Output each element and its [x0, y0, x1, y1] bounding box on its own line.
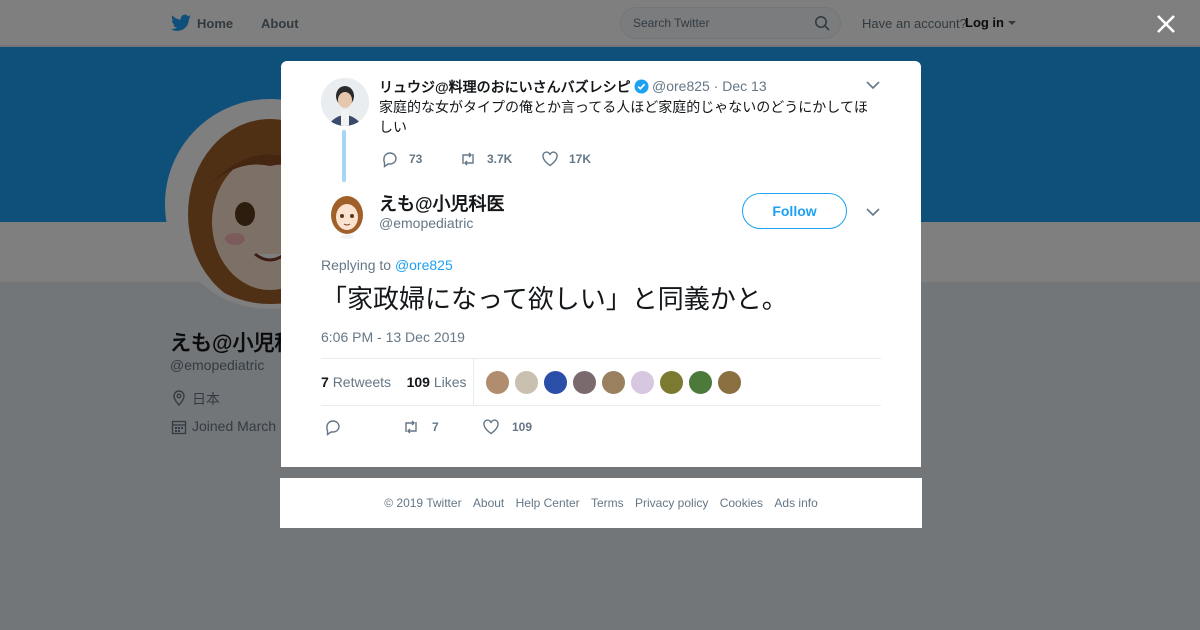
parent-author-handle[interactable]: @ore825: [652, 78, 710, 94]
footer-ads-link[interactable]: Ads info: [774, 496, 817, 510]
liker-avatar[interactable]: [688, 370, 713, 395]
verified-badge-icon: [634, 79, 649, 94]
liker-avatar[interactable]: [485, 370, 510, 395]
liker-avatar[interactable]: [572, 370, 597, 395]
parent-retweet-action[interactable]: 3.7K: [459, 150, 541, 168]
tweet-author-handle[interactable]: @emopediatric: [379, 215, 473, 231]
likers-avatars: [485, 370, 746, 395]
footer-cookies-link[interactable]: Cookies: [720, 496, 763, 510]
divider: [321, 405, 881, 406]
follow-button[interactable]: Follow: [742, 193, 847, 229]
meta-separator: ·: [713, 78, 719, 94]
replying-prefix: Replying to: [321, 257, 392, 273]
parent-tweet-meta: @ore825 · Dec 13: [652, 78, 767, 94]
heart-icon[interactable]: [541, 150, 559, 168]
footer-copyright: © 2019 Twitter: [384, 496, 462, 510]
retweet-icon[interactable]: [459, 150, 477, 168]
tweet-timestamp[interactable]: 6:06 PM - 13 Dec 2019: [321, 329, 465, 345]
liker-avatar[interactable]: [717, 370, 742, 395]
replying-to: Replying to @ore825: [321, 257, 453, 273]
retweet-action-count: 7: [432, 420, 439, 434]
liker-avatar[interactable]: [543, 370, 568, 395]
like-action-count: 109: [512, 420, 533, 434]
parent-like-count: 17K: [569, 152, 592, 166]
chevron-down-icon[interactable]: [866, 80, 880, 90]
parent-author-name: リュウジ@料理のおにいさんバズレシピ: [379, 79, 631, 95]
like-stat-count: 109: [406, 374, 430, 390]
reply-icon[interactable]: [381, 150, 399, 168]
liker-avatar[interactable]: [659, 370, 684, 395]
tweet-text: 「家政婦になって欲しい」と同義かと。: [321, 284, 788, 314]
reply-action[interactable]: [324, 418, 402, 436]
retweet-stat-count: 7: [321, 374, 329, 390]
retweet-action[interactable]: 7: [402, 418, 482, 436]
chevron-down-icon[interactable]: [866, 207, 880, 217]
heart-icon[interactable]: [482, 418, 500, 436]
tweet-author-name[interactable]: えも@小児科医: [379, 190, 505, 216]
parent-reply-count: 73: [409, 152, 423, 166]
retweets-stat[interactable]: 7 Retweets: [321, 374, 391, 390]
liker-avatar[interactable]: [601, 370, 626, 395]
parent-reply-action[interactable]: 73: [381, 150, 459, 168]
parent-tweet-text: 家庭的な女がタイプの俺とか言ってる人ほど家庭的じゃないのどうにかしてほしい: [379, 99, 868, 135]
liker-avatar[interactable]: [630, 370, 655, 395]
footer-links: © 2019 Twitter About Help Center Terms P…: [280, 496, 922, 510]
divider: [321, 358, 881, 359]
footer-help-link[interactable]: Help Center: [516, 496, 580, 510]
reply-icon[interactable]: [324, 418, 342, 436]
liker-avatar[interactable]: [514, 370, 539, 395]
footer: © 2019 Twitter About Help Center Terms P…: [280, 478, 922, 528]
replying-to-link[interactable]: @ore825: [395, 257, 453, 273]
parent-tweet-actions: 73 3.7K 17K: [381, 149, 591, 169]
close-icon[interactable]: [1155, 13, 1177, 35]
tweet-author-avatar[interactable]: [326, 193, 368, 239]
footer-privacy-link[interactable]: Privacy policy: [635, 496, 708, 510]
like-action[interactable]: 109: [482, 418, 532, 436]
parent-tweet-author[interactable]: リュウジ@料理のおにいさんバズレシピ: [379, 77, 649, 97]
thread-connector: [342, 130, 346, 182]
parent-tweet-date[interactable]: Dec 13: [722, 78, 766, 94]
parent-retweet-count: 3.7K: [487, 152, 513, 166]
parent-like-action[interactable]: 17K: [541, 150, 591, 168]
divider: [473, 359, 474, 405]
like-stat-label: Likes: [433, 374, 467, 390]
footer-terms-link[interactable]: Terms: [591, 496, 624, 510]
retweet-stat-label: Retweets: [332, 374, 392, 390]
tweet-actions: 7 109: [324, 417, 532, 437]
footer-about-link[interactable]: About: [473, 496, 504, 510]
parent-tweet-avatar[interactable]: [321, 78, 369, 126]
likes-stat[interactable]: 109 Likes: [407, 374, 467, 390]
tweet-stats: 7 Retweets 109 Likes: [321, 374, 467, 390]
tweet-modal: リュウジ@料理のおにいさんバズレシピ @ore825 · Dec 13 家庭的な…: [281, 61, 921, 467]
retweet-icon[interactable]: [402, 418, 420, 436]
